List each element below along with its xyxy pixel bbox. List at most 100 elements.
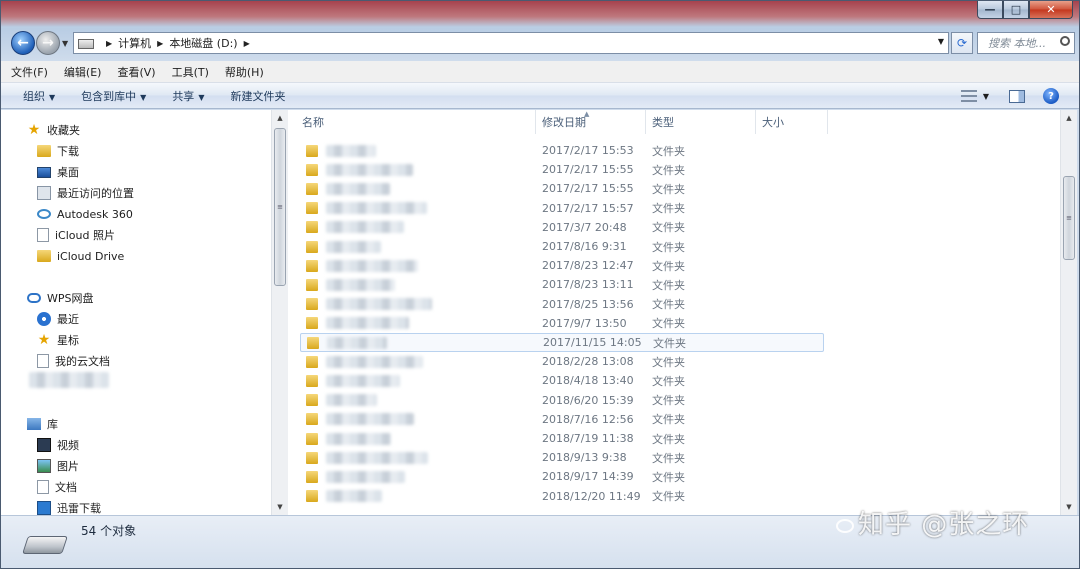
column-header-date-modified[interactable]: ▲ 修改日期 (536, 110, 646, 134)
table-row[interactable]: 2018/2/28 13:08 文件夹 (300, 352, 824, 371)
nav-label: 文档 (55, 481, 77, 494)
organize-button[interactable]: 组织 ▼ (23, 88, 55, 104)
search-input[interactable]: 搜索 本地... (977, 32, 1075, 54)
refresh-button[interactable]: ⟳ (951, 32, 973, 54)
nav-downloads[interactable]: 下载 (1, 141, 79, 161)
nav-label: WPS网盘 (47, 292, 94, 305)
redacted-file-name (326, 355, 423, 368)
file-type: 文件夹 (652, 298, 685, 312)
nav-libraries[interactable]: 库 (1, 414, 58, 434)
redacted-nav-item[interactable] (29, 372, 109, 388)
share-button[interactable]: 共享 ▼ (172, 88, 204, 104)
table-row[interactable]: 2017/2/17 15:57 文件夹 (300, 199, 824, 218)
nav-icloud-photos[interactable]: iCloud 照片 (1, 225, 115, 245)
title-bar[interactable]: — □ ✕ (1, 1, 1079, 27)
document-icon (37, 354, 49, 368)
menu-view[interactable]: 查看(V) (117, 64, 155, 80)
table-row[interactable]: 2018/7/16 12:56 文件夹 (300, 410, 824, 429)
chevron-right-icon[interactable]: ▶ (157, 39, 163, 48)
nav-documents[interactable]: 文档 (1, 477, 77, 497)
chevron-right-icon[interactable]: ▶ (244, 39, 250, 48)
nav-label: 迅雷下载 (57, 502, 101, 515)
file-type: 文件夹 (652, 317, 685, 331)
table-row[interactable]: 2017/2/17 15:53 文件夹 (300, 141, 824, 160)
table-row[interactable]: 2018/12/20 11:49 文件夹 (300, 487, 824, 506)
file-date-modified: 2018/9/17 14:39 (542, 470, 634, 484)
nav-wps-cloud-docs[interactable]: 我的云文档 (1, 351, 110, 371)
breadcrumb-drive-d[interactable]: 本地磁盘 (D:) (169, 35, 237, 51)
nav-recent-places[interactable]: 最近访问的位置 (1, 183, 134, 203)
scroll-down-arrow-icon[interactable]: ▼ (272, 499, 288, 515)
redacted-file-name (326, 317, 409, 330)
nav-autodesk-360[interactable]: Autodesk 360 (1, 204, 133, 224)
menu-edit[interactable]: 编辑(E) (64, 64, 102, 80)
scroll-thumb[interactable]: ≡ (1063, 176, 1075, 260)
include-in-library-button[interactable]: 包含到库中 ▼ (81, 88, 146, 104)
table-row[interactable]: 2017/2/17 15:55 文件夹 (300, 160, 824, 179)
nav-pictures[interactable]: 图片 (1, 456, 79, 476)
column-header-name[interactable]: 名称 (288, 110, 536, 134)
file-date-modified: 2017/8/23 12:47 (542, 259, 634, 273)
new-folder-button[interactable]: 新建文件夹 (230, 88, 285, 104)
address-bar[interactable]: ▶ 计算机 ▶ 本地磁盘 (D:) ▶ ▼ (73, 32, 949, 54)
close-button[interactable]: ✕ (1029, 1, 1073, 19)
menu-bar: 文件(F) 编辑(E) 查看(V) 工具(T) 帮助(H) (1, 61, 1079, 83)
preview-pane-icon[interactable] (1009, 89, 1025, 103)
table-row[interactable]: 2017/2/17 15:55 文件夹 (300, 179, 824, 198)
scroll-up-arrow-icon[interactable]: ▲ (272, 110, 288, 126)
nav-videos[interactable]: 视频 (1, 435, 79, 455)
help-icon[interactable]: ? (1043, 88, 1059, 104)
nav-wps-recent[interactable]: 最近 (1, 309, 79, 329)
menu-file[interactable]: 文件(F) (11, 64, 48, 80)
redacted-file-name (326, 451, 428, 464)
scroll-thumb[interactable]: ≡ (274, 128, 286, 286)
scroll-up-arrow-icon[interactable]: ▲ (1061, 110, 1077, 126)
view-options-icon[interactable] (960, 90, 977, 102)
table-row[interactable]: 2017/8/16 9:31 文件夹 (300, 237, 824, 256)
forward-button[interactable]: → (36, 31, 60, 55)
redacted-file-name (326, 278, 395, 291)
table-row[interactable]: 2018/6/20 15:39 文件夹 (300, 391, 824, 410)
refresh-icon: ⟳ (956, 36, 968, 50)
nav-desktop[interactable]: 桌面 (1, 162, 79, 182)
table-row[interactable]: 2017/8/23 13:11 文件夹 (300, 275, 824, 294)
table-row[interactable]: 2017/8/25 13:56 文件夹 (300, 295, 824, 314)
nav-pane-scrollbar[interactable]: ▲ ≡ ▼ (271, 110, 288, 515)
menu-tools[interactable]: 工具(T) (172, 64, 209, 80)
back-button[interactable]: ← (11, 31, 35, 55)
chevron-right-icon[interactable]: ▶ (106, 39, 112, 48)
file-list-scrollbar[interactable]: ▲ ≡ ▼ (1060, 110, 1077, 515)
address-history-dropdown[interactable]: ▼ (938, 37, 944, 46)
folder-icon (306, 182, 318, 195)
search-icon (1060, 36, 1070, 46)
redacted-file-name (326, 240, 381, 253)
table-row[interactable]: 2017/3/7 20:48 文件夹 (300, 218, 824, 237)
column-header-size[interactable]: 大小 (756, 110, 828, 134)
redacted-file-name (326, 163, 413, 176)
breadcrumb-computer[interactable]: 计算机 (118, 35, 151, 51)
table-row[interactable]: 2018/7/19 11:38 文件夹 (300, 429, 824, 448)
file-type: 文件夹 (653, 336, 686, 350)
table-row[interactable]: 2017/9/7 13:50 文件夹 (300, 314, 824, 333)
table-row[interactable]: 2018/4/18 13:40 文件夹 (300, 371, 824, 390)
table-row[interactable]: 2018/9/13 9:38 文件夹 (300, 448, 824, 467)
recent-pages-dropdown[interactable]: ▼ (62, 39, 68, 48)
table-row[interactable]: 2017/8/23 12:47 文件夹 (300, 256, 824, 275)
table-row[interactable]: 2017/11/15 14:05 文件夹 (300, 333, 824, 352)
nav-icloud-drive[interactable]: iCloud Drive (1, 246, 124, 266)
maximize-button[interactable]: □ (1003, 1, 1029, 19)
table-row[interactable]: 2018/9/17 14:39 文件夹 (300, 467, 824, 486)
chevron-down-icon[interactable]: ▼ (983, 92, 989, 101)
minimize-button[interactable]: — (977, 1, 1003, 19)
folder-icon (306, 278, 318, 291)
nav-favorites[interactable]: ★ 收藏夹 (1, 120, 80, 140)
nav-wps-starred[interactable]: ★ 星标 (1, 330, 79, 350)
menu-help[interactable]: 帮助(H) (225, 64, 264, 80)
video-icon (37, 438, 51, 452)
nav-wps-drive[interactable]: WPS网盘 (1, 288, 94, 308)
file-type: 文件夹 (652, 182, 685, 196)
folder-icon (306, 355, 318, 368)
scroll-down-arrow-icon[interactable]: ▼ (1061, 499, 1077, 515)
chevron-down-icon: ▼ (140, 92, 147, 102)
column-header-type[interactable]: 类型 (646, 110, 756, 134)
